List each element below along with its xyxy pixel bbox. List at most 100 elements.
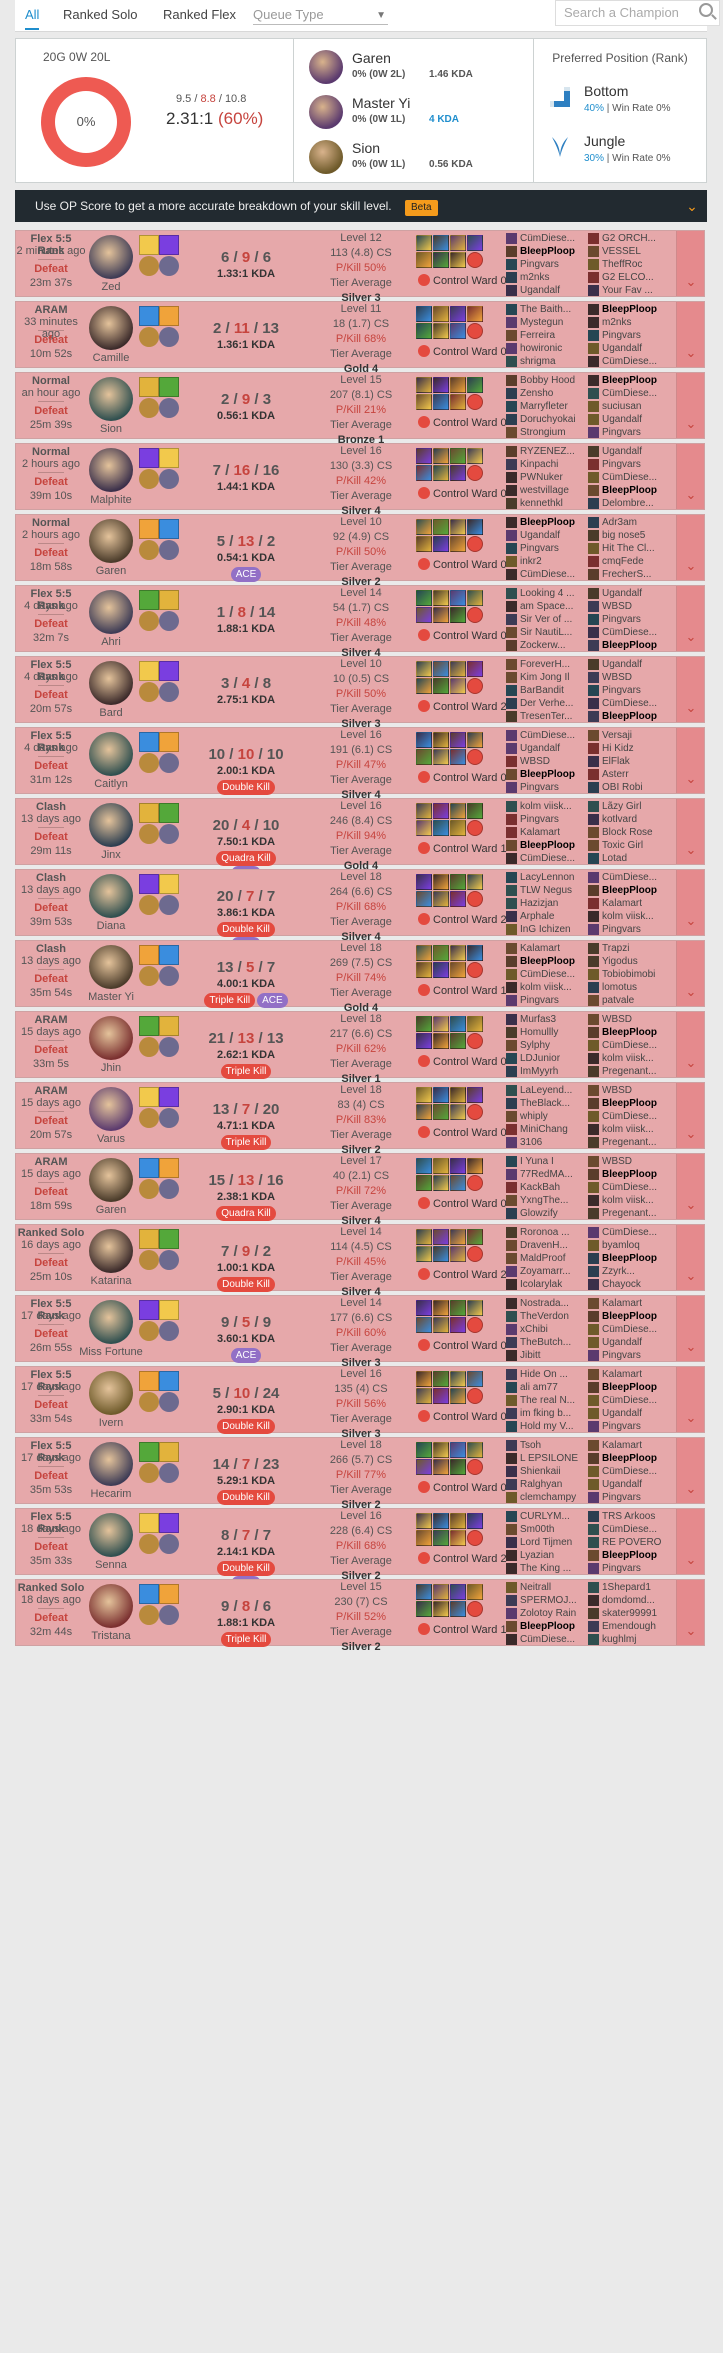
participant-name[interactable]: kotlvard	[602, 813, 637, 826]
participant-name[interactable]: WBSD	[602, 1084, 632, 1097]
participant-name[interactable]: inkr2	[520, 555, 542, 568]
participant[interactable]: Strongium	[506, 426, 588, 439]
participant-name[interactable]: Nostrada...	[520, 1297, 569, 1310]
participant-name[interactable]: ForeverH...	[520, 658, 570, 671]
participant-name[interactable]: Lotad	[602, 852, 627, 865]
participant[interactable]: CümDiese...	[588, 871, 670, 884]
expand-button[interactable]: ⌄	[676, 231, 704, 296]
champion-search-input[interactable]: Search a Champion	[555, 0, 720, 26]
participant[interactable]: byamloq	[588, 1239, 670, 1252]
participant[interactable]: Kalamart	[506, 826, 588, 839]
participant[interactable]: xChibi	[506, 1323, 588, 1336]
participant[interactable]: Icolarylak	[506, 1278, 588, 1291]
participant-name[interactable]: CümDiese...	[520, 852, 575, 865]
expand-button[interactable]: ⌄	[676, 657, 704, 722]
participant-name[interactable]: skater99991	[602, 1607, 657, 1620]
participant[interactable]: BleepPloop	[588, 303, 670, 316]
participant[interactable]: Pingvars	[588, 458, 670, 471]
game-row[interactable]: Flex 5:5 Rank 17 days ago Defeat 35m 53s Hec…	[15, 1437, 705, 1511]
expand-button[interactable]: ⌄	[676, 1509, 704, 1574]
participant[interactable]: BleepPloop	[588, 1452, 670, 1465]
participant[interactable]: whiply	[506, 1110, 588, 1123]
participant[interactable]: Ugandalf	[588, 342, 670, 355]
participant[interactable]: Sm00th	[506, 1523, 588, 1536]
participant-name[interactable]: The real N...	[520, 1394, 575, 1407]
participant-name[interactable]: CümDiese...	[602, 626, 657, 639]
participant-name[interactable]: KackBah	[520, 1181, 560, 1194]
participant-name[interactable]: Mystegun	[520, 316, 563, 329]
participant[interactable]: kolm viisk...	[588, 1123, 670, 1136]
tab-ranked-solo[interactable]: Ranked Solo	[63, 0, 137, 30]
participant-name[interactable]: Sir Ver of ...	[520, 613, 572, 626]
participant-name[interactable]: WBSD	[602, 671, 632, 684]
participant[interactable]: Pingvars	[588, 1420, 670, 1433]
participant-name[interactable]: im fking b...	[520, 1407, 571, 1420]
participant-name[interactable]: Looking 4 ...	[520, 587, 574, 600]
participant[interactable]: Kalamart	[588, 1439, 670, 1452]
participant-name[interactable]: Trapzi	[602, 942, 629, 955]
participant[interactable]: Block Rose	[588, 826, 670, 839]
participant[interactable]: CümDiese...	[588, 626, 670, 639]
participant-name[interactable]: Pingvars	[602, 923, 641, 936]
participant[interactable]: Sir Ver of ...	[506, 613, 588, 626]
participant[interactable]: CümDiese...	[506, 729, 588, 742]
participant-name[interactable]: Pregenant...	[602, 1136, 656, 1149]
participant-name[interactable]: Zockerw...	[520, 639, 566, 652]
game-row[interactable]: Normal an hour ago Defeat 25m 39s Sion 2 / 9 …	[15, 372, 705, 446]
participant[interactable]: Lotad	[588, 852, 670, 865]
game-row[interactable]: Clash 13 days ago Defeat 29m 11s Jinx 20 / 4 …	[15, 798, 705, 881]
participant-name[interactable]: Hi Kidz	[602, 742, 634, 755]
game-row[interactable]: ARAM 33 minutes ago Defeat 10m 52s Camille 2 …	[15, 301, 705, 375]
participant-name[interactable]: Pingvars	[602, 458, 641, 471]
participant-name[interactable]: Your Fav ...	[602, 284, 653, 297]
expand-button[interactable]: ⌄	[676, 1225, 704, 1290]
participant[interactable]: L EPSILONE	[506, 1452, 588, 1465]
participant[interactable]: clemchampy	[506, 1491, 588, 1504]
game-row[interactable]: Flex 5:5 Rank 4 days ago Defeat 32m 7s Ahri 1…	[15, 585, 705, 659]
participant[interactable]: Ferreira	[506, 329, 588, 342]
participant[interactable]: PWNuker	[506, 471, 588, 484]
participant-name[interactable]: Adr3am	[602, 516, 637, 529]
participant[interactable]: The real N...	[506, 1394, 588, 1407]
participant[interactable]: WBSD	[588, 671, 670, 684]
participant-name[interactable]: patvale	[602, 994, 634, 1007]
participant-name[interactable]: kennethkl	[520, 497, 563, 510]
participant-name[interactable]: CümDiese...	[602, 697, 657, 710]
participant[interactable]: G2 ORCH...	[588, 232, 670, 245]
expand-button[interactable]: ⌄	[676, 1367, 704, 1432]
participant[interactable]: WBSD	[588, 1155, 670, 1168]
participant[interactable]: The Baith...	[506, 303, 588, 316]
participant-name[interactable]: am Space...	[520, 600, 573, 613]
participant[interactable]: Asterr	[588, 768, 670, 781]
participant-name[interactable]: BleepPloop	[602, 639, 657, 652]
participant-name[interactable]: BleepPloop	[602, 884, 657, 897]
participant-name[interactable]: Tsoh	[520, 1439, 541, 1452]
participant[interactable]: kolm viisk...	[506, 800, 588, 813]
game-row[interactable]: ARAM 15 days ago Defeat 33m 5s Jhin 21 / 13 /…	[15, 1011, 705, 1085]
participant-name[interactable]: BleepPloop	[602, 374, 657, 387]
tab-all[interactable]: All	[25, 0, 40, 30]
participant-name[interactable]: cmqFede	[602, 555, 644, 568]
participant-name[interactable]: Shienkaii	[520, 1465, 561, 1478]
participant-name[interactable]: Arphale	[520, 910, 554, 923]
participant-name[interactable]: Pingvars	[602, 426, 641, 439]
participant[interactable]: RYZENEZ...	[506, 445, 588, 458]
participant[interactable]: Hi Kidz	[588, 742, 670, 755]
participant-name[interactable]: BleepPloop	[602, 1026, 657, 1039]
participant-name[interactable]: PWNuker	[520, 471, 563, 484]
participant[interactable]: Versaji	[588, 729, 670, 742]
participant-name[interactable]: LaLeyend...	[520, 1084, 572, 1097]
participant[interactable]: CümDiese...	[588, 1523, 670, 1536]
participant[interactable]: BleepPloop	[506, 768, 588, 781]
expand-button[interactable]: ⌄	[676, 728, 704, 793]
participant[interactable]: CümDiese...	[588, 1226, 670, 1239]
participant-name[interactable]: BleepPloop	[602, 303, 657, 316]
participant[interactable]: YxngThe...	[506, 1194, 588, 1207]
expand-button[interactable]: ⌄	[676, 941, 704, 1006]
participant[interactable]: CümDiese...	[588, 355, 670, 368]
participant[interactable]: Jibitt	[506, 1349, 588, 1362]
participant-name[interactable]: kolm viisk...	[602, 1194, 654, 1207]
participant-name[interactable]: FrecherS...	[602, 568, 651, 581]
participant-name[interactable]: TLW Negus	[520, 884, 572, 897]
participant-name[interactable]: BleepPloop	[520, 516, 575, 529]
